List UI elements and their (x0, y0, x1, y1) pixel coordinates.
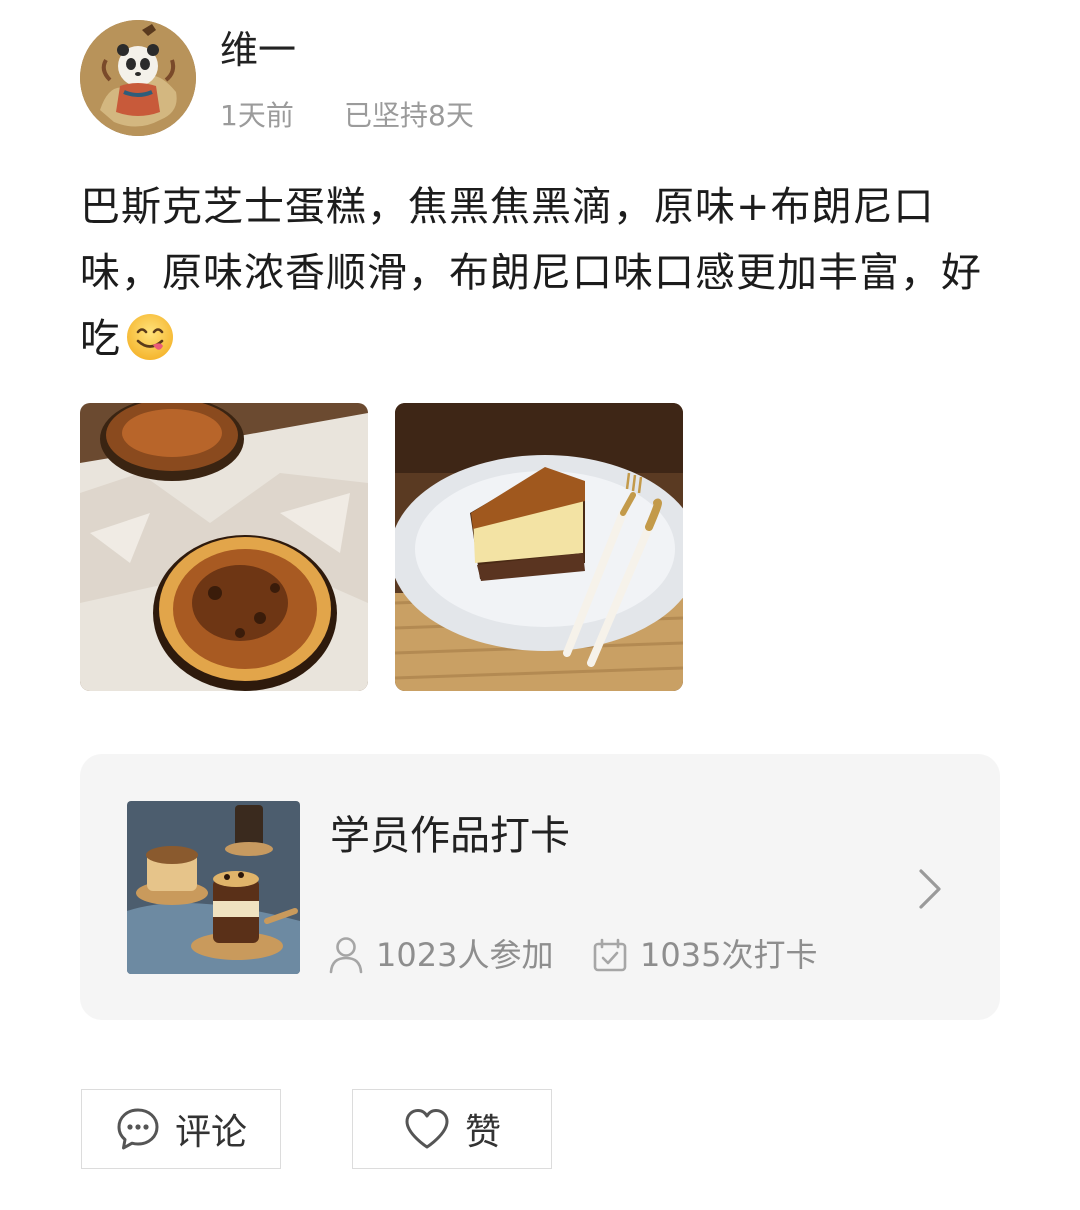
post-body: 巴斯克芝士蛋糕，焦黑焦黑滴，原味+布朗尼口味，原味浓香顺滑，布朗尼口味口感更加丰… (80, 184, 982, 362)
post-text: 巴斯克芝士蛋糕，焦黑焦黑滴，原味+布朗尼口味，原味浓香顺滑，布朗尼口味口感更加丰… (80, 174, 1000, 372)
calendar-check-icon (593, 938, 627, 972)
topic-title: 学员作品打卡 (330, 813, 570, 859)
streak-days: 已坚持8天 (344, 99, 474, 132)
post-photo-2[interactable] (395, 403, 683, 691)
panda-avatar-illustration (80, 20, 196, 136)
comment-bubble-icon (117, 1108, 159, 1150)
author-name[interactable]: 维一 (220, 26, 296, 74)
checkin-count-text: 1035次打卡 (640, 936, 818, 974)
comment-button[interactable]: 评论 (81, 1089, 281, 1169)
participant-count: 1023人参加 (328, 932, 553, 978)
cakes-on-board-photo (127, 801, 300, 974)
person-icon (329, 937, 363, 974)
like-label: 赞 (464, 1112, 501, 1153)
heart-outline-icon (405, 1109, 449, 1149)
checkin-count: 1035次打卡 (592, 932, 817, 978)
checkin-post: 维一 1天前 已坚持8天 巴斯克芝士蛋糕，焦黑焦黑滴，原味+布朗尼口味，原味浓香… (0, 0, 1080, 1210)
like-button[interactable]: 赞 (352, 1089, 552, 1169)
post-time: 1天前 (220, 99, 294, 132)
post-photo-1[interactable] (80, 403, 368, 691)
topic-card[interactable]: 学员作品打卡 1023人参加 1035次打卡 (80, 754, 1000, 1020)
chevron-right-icon[interactable] (915, 867, 945, 911)
basque-cheesecakes-photo (80, 403, 368, 691)
cheesecake-slice-photo (395, 403, 683, 691)
comment-label: 评论 (174, 1112, 247, 1153)
participant-count-text: 1023人参加 (376, 936, 554, 974)
topic-thumbnail (127, 801, 300, 974)
smiling-face-savoring-food-icon (127, 314, 173, 360)
avatar[interactable] (80, 20, 196, 136)
